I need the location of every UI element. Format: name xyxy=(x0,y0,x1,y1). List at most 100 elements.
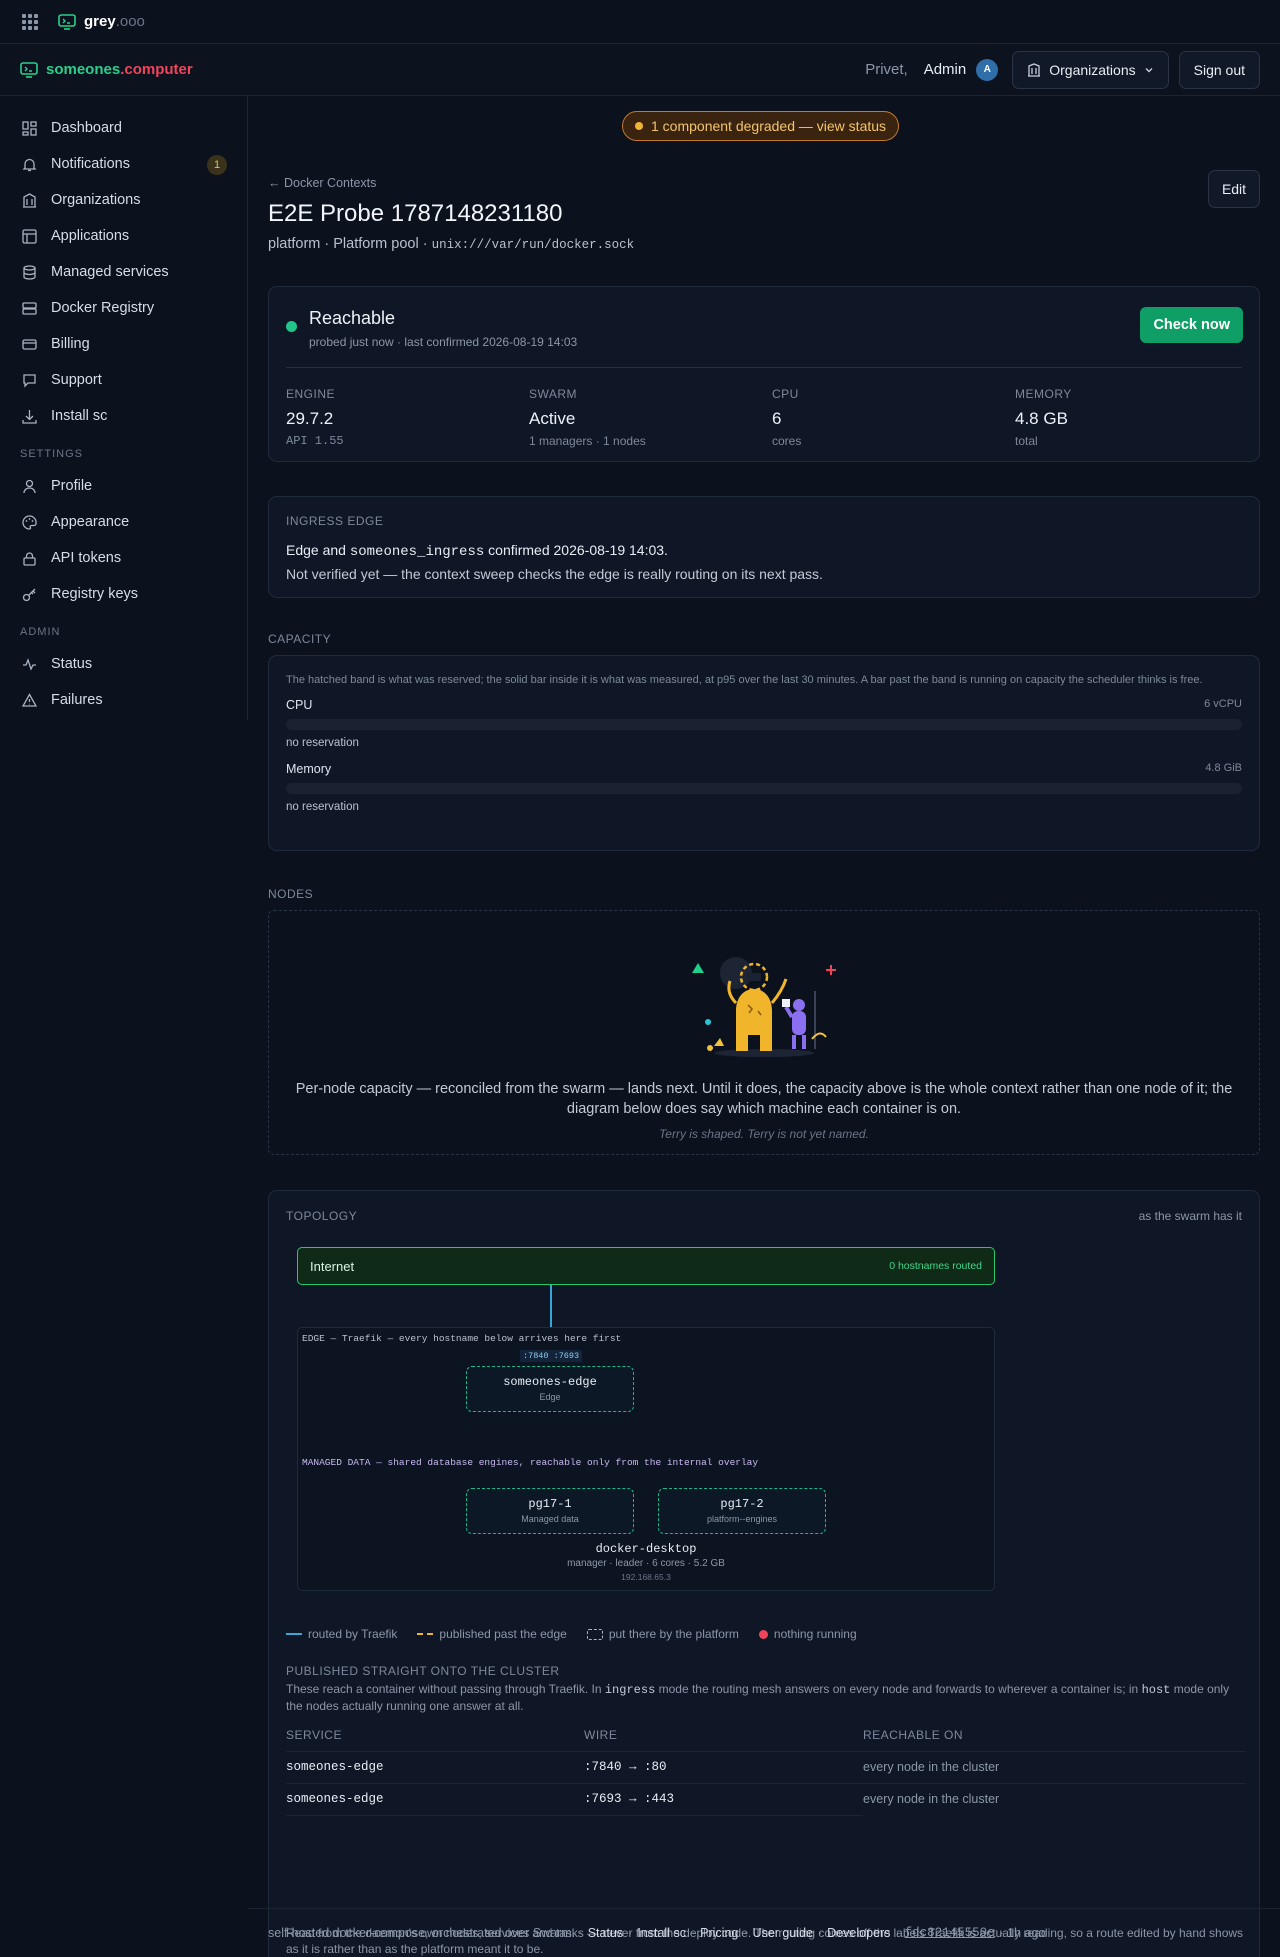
sidebar-item-label: Docker Registry xyxy=(51,300,155,316)
lock-icon xyxy=(22,551,51,566)
brand-part-b: computer xyxy=(124,61,193,78)
top-bar: grey.ooo xyxy=(0,0,1280,44)
sidebar-item-registry-keys[interactable]: Registry keys xyxy=(0,576,247,612)
edge-caption: EDGE — Traefik — every hostname below ar… xyxy=(302,1333,622,1344)
capacity-row-name: CPU xyxy=(286,698,313,712)
sidebar-item-billing[interactable]: Billing xyxy=(0,326,247,362)
sign-out-button[interactable]: Sign out xyxy=(1178,50,1260,89)
sidebar-item-label: Support xyxy=(51,372,102,388)
swarm-host-frame: EDGE — Traefik — every hostname below ar… xyxy=(297,1327,995,1591)
table-header-row: SERVICE WIRE REACHABLE ON xyxy=(286,1719,1246,1752)
footer-link-pricing[interactable]: Pricing xyxy=(700,1926,738,1940)
managed-data-caption: MANAGED DATA — shared database engines, … xyxy=(302,1457,759,1468)
monitor-icon xyxy=(20,61,38,78)
internet-node[interactable]: Internet 0 hostnames routed xyxy=(297,1247,995,1285)
footer-link-status[interactable]: Status xyxy=(588,1926,623,1940)
sidebar-item-label: Appearance xyxy=(51,514,130,530)
chat-icon xyxy=(22,373,51,388)
stat-sub: cores xyxy=(772,434,802,448)
edit-button[interactable]: Edit xyxy=(1208,170,1260,208)
capacity-row-note: no reservation xyxy=(286,737,359,749)
brand-part-a: someones xyxy=(46,61,121,78)
terry-illustration xyxy=(684,951,844,1061)
reachable-cell: every node in the cluster xyxy=(863,1751,1246,1784)
warning-dot-icon xyxy=(635,122,643,130)
node-name: someones-edge xyxy=(503,1375,597,1389)
capacity-row-cpu: CPU 6 vCPU no reservation xyxy=(286,698,1242,749)
sidebar-item-docker-registry[interactable]: Docker Registry xyxy=(0,290,247,326)
legend-routed: routed by Traefik xyxy=(308,1627,398,1641)
node-kind: Managed data xyxy=(521,1514,579,1524)
admin-section-label: ADMIN xyxy=(20,626,61,638)
memory-stat: MEMORY 4.8 GB total xyxy=(1015,387,1245,448)
subtitle-text: platform · Platform pool · xyxy=(268,236,428,252)
sidebar-item-label: API tokens xyxy=(51,550,122,566)
commit-hash-link[interactable]: fdc82145550e xyxy=(905,1926,995,1940)
sidebar-item-dashboard[interactable]: Dashboard xyxy=(0,110,247,146)
avatar[interactable]: A xyxy=(976,58,999,81)
published-text: These reach a container without passing … xyxy=(286,1681,1244,1714)
status-card: Reachable probed just now · last confirm… xyxy=(268,286,1260,462)
topology-card: TOPOLOGY as the swarm has it Internet 0 … xyxy=(268,1190,1260,1957)
sidebar-item-status[interactable]: Status xyxy=(0,646,247,682)
stat-value: Active xyxy=(529,409,576,428)
sidebar-item-api-tokens[interactable]: API tokens xyxy=(0,540,247,576)
chevron-down-icon xyxy=(1144,65,1154,75)
dashboard-icon xyxy=(22,120,51,136)
sidebar-item-install-sc[interactable]: Install sc xyxy=(0,398,247,434)
nothing-running-dot xyxy=(758,1629,768,1639)
someones-brand[interactable]: someones.computer xyxy=(20,61,193,78)
traefik-route-swatch xyxy=(286,1633,302,1635)
user-icon xyxy=(22,479,51,494)
footer-link-user-guide[interactable]: User guide xyxy=(753,1926,813,1940)
topology-label: TOPOLOGY xyxy=(286,1209,358,1223)
notification-badge: 1 xyxy=(207,155,227,175)
sidebar-item-label: Failures xyxy=(51,692,103,708)
sidebar-item-organizations[interactable]: Organizations xyxy=(0,182,247,218)
managed-node-pg17-2[interactable]: pg17-2 platform--engines xyxy=(658,1488,826,1534)
ingress-label: INGRESS EDGE xyxy=(286,514,384,528)
server-icon xyxy=(22,301,51,316)
engine-stat: ENGINE 29.7.2 API 1.55 xyxy=(286,387,529,448)
capacity-card: The hatched band is what was reserved; t… xyxy=(268,655,1260,851)
check-now-button[interactable]: Check now xyxy=(1140,307,1243,343)
platform-swatch xyxy=(586,1628,603,1640)
sidebar-item-notifications[interactable]: Notifications 1 xyxy=(0,146,247,182)
organizations-button[interactable]: Organizations xyxy=(1012,50,1169,89)
capacity-row-total: 6 vCPU xyxy=(1204,698,1242,710)
monitor-icon xyxy=(58,13,76,30)
published-services-table: SERVICE WIRE REACHABLE ON someones-edge … xyxy=(286,1719,1246,1816)
sidebar-item-applications[interactable]: Applications xyxy=(0,218,247,254)
node-name: pg17-2 xyxy=(720,1497,764,1511)
greeting: Privet, xyxy=(865,61,908,78)
docker-socket: unix:///var/run/docker.sock xyxy=(431,238,635,252)
legend-platform: put there by the platform xyxy=(608,1627,739,1641)
degraded-status-banner[interactable]: 1 component degraded — view status xyxy=(622,111,900,141)
hostnames-routed: 0 hostnames routed xyxy=(889,1260,982,1272)
edge-node[interactable]: someones-edge Edge xyxy=(466,1366,634,1412)
managed-node-pg17-1[interactable]: pg17-1 Managed data xyxy=(466,1488,634,1534)
page-title: E2E Probe 1787148231180 xyxy=(268,200,563,227)
published-text-a: These reach a container without passing … xyxy=(286,1682,602,1696)
host-mode: host xyxy=(1141,1683,1171,1697)
apps-grid-icon[interactable] xyxy=(22,13,38,30)
stat-sub: API 1.55 xyxy=(286,434,344,448)
node-name: pg17-1 xyxy=(528,1497,572,1511)
sidebar-item-label: Profile xyxy=(51,478,93,494)
ingress-text-a: Edge and xyxy=(286,542,346,558)
card-icon xyxy=(22,337,51,352)
page-subtitle: platform · Platform pool · unix:///var/r… xyxy=(268,236,634,252)
wire-cell: :7693 → :443 xyxy=(584,1783,863,1816)
footer-link-install-sc[interactable]: Install sc xyxy=(637,1926,686,1940)
grey-brand-suffix: .ooo xyxy=(115,13,145,30)
sidebar-item-support[interactable]: Support xyxy=(0,362,247,398)
sidebar-item-appearance[interactable]: Appearance xyxy=(0,504,247,540)
sidebar-item-profile[interactable]: Profile xyxy=(0,468,247,504)
sidebar-item-managed-services[interactable]: Managed services xyxy=(0,254,247,290)
sidebar-item-failures[interactable]: Failures xyxy=(0,682,247,718)
ingress-network: someones_ingress xyxy=(349,544,485,560)
footer-link-developers[interactable]: Developers xyxy=(827,1926,890,1940)
breadcrumb[interactable]: ← Docker Contexts xyxy=(268,176,376,190)
stat-sub: 1 managers · 1 nodes xyxy=(529,434,646,448)
grey-brand[interactable]: grey.ooo xyxy=(58,13,145,30)
